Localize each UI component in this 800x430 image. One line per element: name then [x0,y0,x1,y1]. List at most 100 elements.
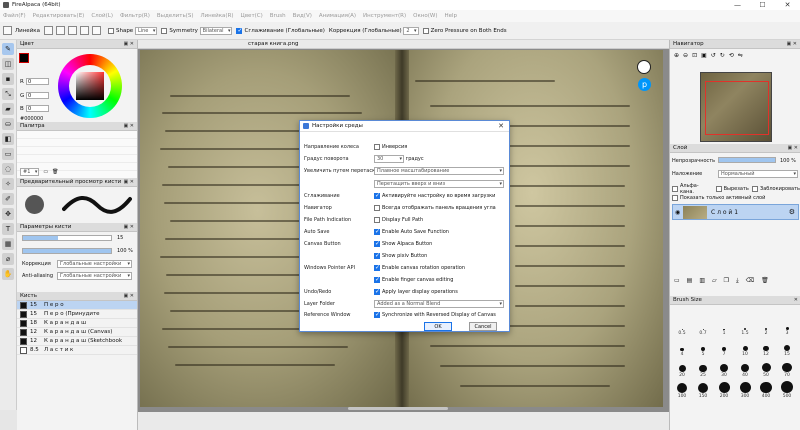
menu-view[interactable]: Вид(V) [293,13,312,19]
rotate-left-icon[interactable]: ↺ [711,52,716,59]
brush-size-cell[interactable]: 20 [672,358,692,378]
brush-item[interactable]: 18 К а р а н д а ш [17,319,137,328]
duplicate-layer-icon[interactable]: ❐ [724,277,729,285]
menu-brush[interactable]: Brush [270,13,286,19]
brush-size-slider[interactable] [22,235,112,241]
layer-display-undo-checkbox[interactable] [374,288,380,295]
brush-correction-select[interactable]: Глобальные настройки [57,260,132,268]
brush-size-cell[interactable]: 70 [777,358,797,378]
brush-size-cell[interactable]: 4 [672,337,692,357]
rotate-right-icon[interactable]: ↻ [720,52,725,59]
navigator-thumbnail[interactable] [700,72,772,142]
layer-settings-icon[interactable]: ⚙ [789,208,795,216]
auto-save-checkbox[interactable] [374,228,380,235]
menu-animation[interactable]: Анимация(A) [319,13,356,19]
delete-layer-icon[interactable]: 🗑 [761,277,769,285]
smoothing-checkbox[interactable] [236,27,243,34]
opacity-value[interactable]: 100 % [780,158,796,164]
g-input[interactable]: 0 [26,92,49,99]
foreground-color-swatch[interactable] [19,53,29,63]
hex-value[interactable]: #000000 [20,116,43,122]
brush-item[interactable]: 12 К а р а н д а ш (Sketchbook [17,337,137,346]
document-tab[interactable]: старая книга.png [138,40,669,49]
brush-size-cell[interactable]: 50 [756,358,776,378]
menu-help[interactable]: Help [445,13,458,19]
fit-icon[interactable]: ⊡ [692,52,697,59]
brush-item[interactable]: 12 К а р а н д а ш (Canvas) [17,328,137,337]
menu-edit[interactable]: Редактировать(E) [33,13,85,19]
move-tool-icon[interactable]: ✥ [2,208,14,220]
maximize-button[interactable]: ☐ [750,0,775,10]
brush-size-cell[interactable]: 400 [756,379,776,399]
r-input[interactable]: 0 [26,78,49,85]
correction-select[interactable]: 2 [403,26,419,35]
ruler-type-icon[interactable] [43,26,53,35]
ruler-grid-icon[interactable] [55,26,65,35]
rotation-degree-select[interactable]: 30 [374,155,404,163]
brush-size-cell[interactable]: 10 [735,337,755,357]
brush-size-cell[interactable]: 0.5 [672,316,692,336]
flip-icon[interactable]: ⇋ [738,52,743,59]
wheel-invert-checkbox[interactable] [374,144,380,150]
brush-item[interactable]: 15 П е р о (Принудите [17,310,137,319]
shape-select[interactable]: Line [134,26,158,35]
menu-layer[interactable]: Слой(L) [91,13,113,19]
panel-buttons[interactable]: ▣ ✕ [123,41,134,47]
menu-filter[interactable]: Фильтр(R) [120,13,150,19]
rect-select-tool-icon[interactable]: ▭ [2,148,14,160]
brush-size-cell[interactable]: 1 [714,316,734,336]
saturation-square[interactable] [76,72,104,100]
smoothing-load-checkbox[interactable] [374,192,380,199]
navigator-rotation-checkbox[interactable] [374,205,380,211]
horizontal-scrollbar[interactable] [348,407,448,410]
symmetry-checkbox[interactable] [161,27,168,34]
brush-item[interactable]: 15 П е р о [17,301,137,310]
menu-file[interactable]: Файл(F) [3,13,26,19]
color-wheel[interactable] [58,54,122,118]
menu-color[interactable]: Цвет(C) [241,13,263,19]
brush-opacity-slider[interactable] [22,248,112,254]
zoom-out-icon[interactable]: ⊖ [683,52,688,59]
reference-sync-checkbox[interactable] [374,311,380,318]
alpha-lock-checkbox[interactable] [672,186,678,192]
ok-button[interactable]: OK [424,322,452,331]
shape-checkbox[interactable] [107,27,114,34]
brush-size-cell[interactable]: 2 [756,316,776,336]
panel-buttons[interactable]: ▣ ✕ [123,293,134,299]
brush-size-cell[interactable]: 150 [693,379,713,399]
blend-mode-select[interactable]: Нормальный [718,170,798,178]
hand-tool-icon[interactable]: ✋ [2,268,14,280]
text-tool-icon[interactable]: T [2,223,14,235]
brush-size-cell[interactable]: 300 [735,379,755,399]
brush-size-cell[interactable]: 1.5 [735,316,755,336]
panel-buttons[interactable]: ▣ ✕ [786,41,797,47]
lasso-tool-icon[interactable]: ◌ [2,163,14,175]
layer-folder-select[interactable]: Added as a Normal Blend [374,300,504,308]
palette-delete-icon[interactable]: 🗑 [52,169,58,175]
brush-size-cell[interactable]: 100 [672,379,692,399]
select-pen-tool-icon[interactable]: ✐ [2,193,14,205]
palette-add-icon[interactable]: ▭ [43,169,48,175]
panel-buttons[interactable]: ▣ ✕ [123,179,134,185]
palette-select[interactable]: #1 [20,168,40,176]
canvas-rotation-checkbox[interactable] [374,264,380,271]
menu-ruler[interactable]: Линейка(R) [200,13,233,19]
full-path-checkbox[interactable] [374,217,380,223]
zero-pressure-checkbox[interactable] [422,27,429,34]
visibility-eye-icon[interactable]: ◉ [675,209,680,216]
brush-size-cell[interactable]: 200 [714,379,734,399]
layer-opacity-slider[interactable] [718,157,776,163]
alpaca-button-checkbox[interactable] [374,240,380,247]
reset-rotation-icon[interactable]: ⟲ [729,52,734,59]
finger-editing-checkbox[interactable] [374,276,380,283]
menu-tool[interactable]: Инструмент(R) [363,13,406,19]
brush-size-cell[interactable]: 25 [693,358,713,378]
pixiv-button-checkbox[interactable] [374,252,380,259]
menu-window[interactable]: Окно(W) [413,13,437,19]
bucket-tool-icon[interactable]: ⛀ [2,118,14,130]
drag-direction-select[interactable]: Перетащить вверх и вниз [374,180,504,188]
ruler-toggle[interactable]: Линейка [3,26,40,35]
actual-size-icon[interactable]: ▣ [701,52,707,59]
transform-tool-icon[interactable]: ⤡ [2,88,14,100]
pixiv-button-icon[interactable]: p [638,78,651,91]
